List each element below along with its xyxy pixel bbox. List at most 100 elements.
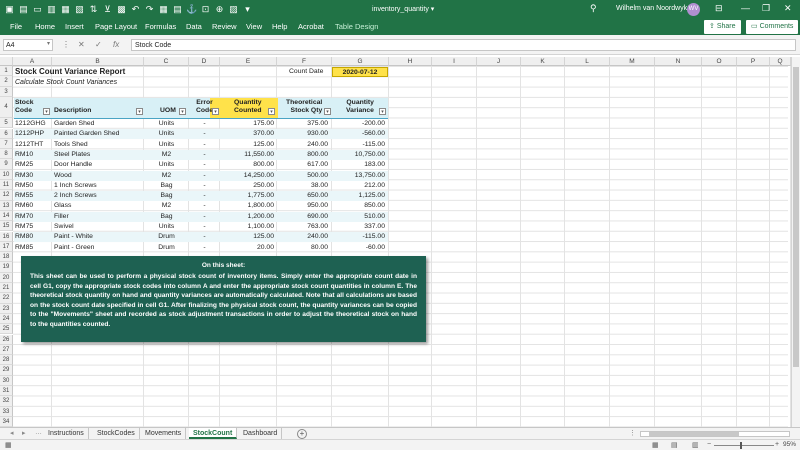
row-header-21[interactable]: 21 (0, 283, 13, 294)
column-header-j[interactable]: J (477, 57, 521, 66)
cell-var[interactable]: -560.00 (333, 129, 385, 139)
lock-icon[interactable]: ⊡ (200, 3, 211, 15)
menu-data[interactable]: Data (186, 22, 202, 31)
column-header-m[interactable]: M (610, 57, 655, 66)
row-header-6[interactable]: 6 (0, 128, 13, 139)
report-title[interactable]: Stock Count Variance Report (15, 67, 125, 77)
cell-counted[interactable]: 800.00 (221, 160, 274, 170)
cell-desc[interactable]: Door Handle (54, 160, 142, 170)
cell-desc[interactable]: 1 Inch Screws (54, 181, 142, 191)
cell-theo[interactable]: 80.00 (278, 243, 328, 253)
column-header-o[interactable]: O (702, 57, 737, 66)
calculator-icon[interactable]: ▩ (116, 3, 127, 15)
cell-counted[interactable]: 250.00 (221, 181, 274, 191)
row-header-10[interactable]: 10 (0, 169, 13, 180)
cell-theo[interactable]: 800.00 (278, 150, 328, 160)
column-header-g[interactable]: G (332, 57, 389, 66)
image-icon[interactable]: ▨ (228, 3, 239, 15)
more-options-icon[interactable]: ⋮ (62, 40, 70, 49)
zoom-icon[interactable]: ⊕ (214, 3, 225, 15)
cell-desc[interactable]: Paint - Green (54, 243, 142, 253)
row-header-33[interactable]: 33 (0, 406, 13, 417)
row-header-26[interactable]: 26 (0, 334, 13, 345)
tab-dashboard[interactable]: Dashboard (239, 428, 283, 439)
tab-movements[interactable]: Movements (141, 428, 187, 439)
search-icon[interactable]: ⚲ (590, 3, 597, 14)
menu-page-layout[interactable]: Page Layout (95, 22, 137, 31)
row-header-30[interactable]: 30 (0, 375, 13, 386)
zoom-slider-thumb[interactable] (740, 442, 742, 449)
cell-theo[interactable]: 500.00 (278, 171, 328, 181)
column-header-l[interactable]: L (565, 57, 610, 66)
cell-counted[interactable]: 14,250.00 (221, 171, 274, 181)
zoom-slider[interactable] (714, 442, 774, 449)
column-header-d[interactable]: D (189, 57, 220, 66)
cell-counted[interactable]: 1,100.00 (221, 222, 274, 232)
cell-code[interactable]: 1212PHP (15, 129, 51, 139)
cell-uom[interactable]: Units (145, 140, 188, 150)
cell-var[interactable]: 183.00 (333, 160, 385, 170)
sort-icon[interactable]: ⇅ (88, 3, 99, 15)
cell-counted[interactable]: 125.00 (221, 140, 274, 150)
formula-input[interactable]: Stock Code (131, 39, 796, 51)
cell-err[interactable]: - (190, 222, 219, 232)
open-folder-icon[interactable]: ▭ (32, 3, 43, 15)
tab-stockcodes[interactable]: StockCodes (93, 428, 140, 439)
print-icon[interactable]: ▥ (46, 3, 57, 15)
cell-counted[interactable]: 125.00 (221, 232, 274, 242)
header-variance[interactable]: Quantity Variance (346, 99, 374, 115)
cell-desc[interactable]: Tools Shed (54, 140, 142, 150)
horizontal-scrollbar[interactable] (640, 431, 790, 437)
next-sheet-icon[interactable]: ▸ (22, 429, 26, 437)
column-header-n[interactable]: N (655, 57, 702, 66)
cell-err[interactable]: - (190, 212, 219, 222)
enter-icon[interactable]: ✓ (95, 40, 102, 49)
page-layout-view-icon[interactable]: ▤ (671, 441, 678, 449)
zoom-level[interactable]: 95% (783, 441, 796, 448)
row-header-9[interactable]: 9 (0, 159, 13, 170)
select-all-corner[interactable] (0, 57, 13, 66)
row-header-8[interactable]: 8 (0, 149, 13, 160)
cell-counted[interactable]: 1,775.00 (221, 191, 274, 201)
new-file-icon[interactable]: ▤ (18, 3, 29, 15)
row-header-28[interactable]: 28 (0, 355, 13, 366)
cell-err[interactable]: - (190, 140, 219, 150)
save-icon[interactable]: ▣ (4, 3, 15, 15)
cell-desc[interactable]: Swivel (54, 222, 142, 232)
cell-theo[interactable]: 650.00 (278, 191, 328, 201)
vertical-scrollbar[interactable] (791, 57, 800, 427)
grid-icon[interactable]: ▦ (158, 3, 169, 15)
cell-uom[interactable]: Units (145, 160, 188, 170)
document-title[interactable]: inventory_quantity ▾ (372, 5, 434, 13)
zoom-out-icon[interactable]: − (707, 441, 711, 448)
row-header-3[interactable]: 3 (0, 86, 13, 97)
pdf-icon[interactable]: ▦ (60, 3, 71, 15)
add-sheet-icon[interactable]: + (297, 429, 307, 439)
row-header-34[interactable]: 34 (0, 416, 13, 428)
cell-uom[interactable]: Bag (145, 181, 188, 191)
horizontal-scroll-thumb[interactable] (649, 432, 739, 436)
menu-view[interactable]: View (246, 22, 262, 31)
row-header-11[interactable]: 11 (0, 180, 13, 191)
cell-counted[interactable]: 1,200.00 (221, 212, 274, 222)
count-date-cell[interactable]: 2020-07-12 (332, 67, 388, 77)
cell-counted[interactable]: 1,800.00 (221, 201, 274, 211)
row-header-27[interactable]: 27 (0, 344, 13, 356)
column-header-p[interactable]: P (737, 57, 770, 66)
macro-record-icon[interactable]: ▦ (5, 441, 12, 449)
cell-err[interactable]: - (190, 119, 219, 129)
cell-theo[interactable]: 38.00 (278, 181, 328, 191)
row-header-24[interactable]: 24 (0, 313, 13, 325)
cell-uom[interactable]: M2 (145, 150, 188, 160)
row-header-25[interactable]: 25 (0, 324, 13, 335)
header-qty-counted[interactable]: Quantity Counted (234, 99, 262, 115)
cell-desc[interactable]: Glass (54, 201, 142, 211)
cell-err[interactable]: - (190, 171, 219, 181)
column-header-i[interactable]: I (432, 57, 477, 66)
cell-desc[interactable]: 2 Inch Screws (54, 191, 142, 201)
cell-uom[interactable]: M2 (145, 171, 188, 181)
cell-counted[interactable]: 370.00 (221, 129, 274, 139)
minimize-icon[interactable]: — (741, 3, 750, 13)
cell-code[interactable]: RM25 (15, 160, 51, 170)
menu-help[interactable]: Help (272, 22, 287, 31)
